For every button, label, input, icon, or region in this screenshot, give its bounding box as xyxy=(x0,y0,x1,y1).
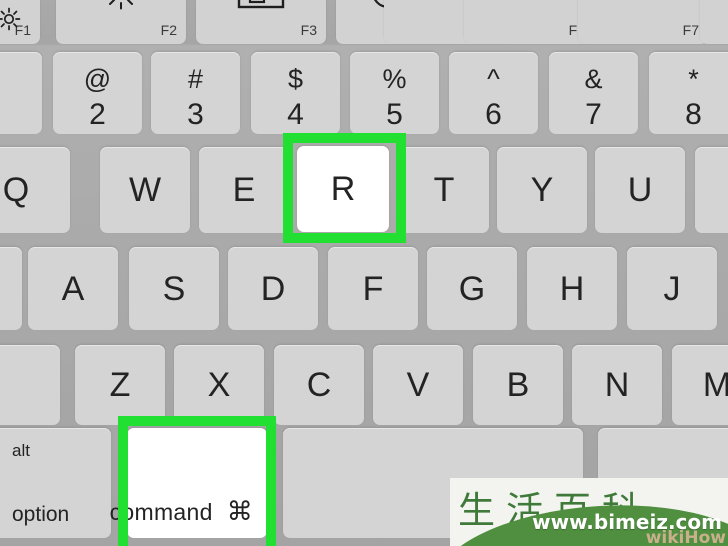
key-5-top: % xyxy=(382,64,407,94)
key-shift-left[interactable] xyxy=(0,345,60,425)
key-q-label: Q xyxy=(2,171,30,209)
key-y-label: Y xyxy=(530,171,554,209)
watermark-ghost-text: wikiHow xyxy=(645,528,726,546)
key-6-top: ^ xyxy=(487,64,500,94)
key-8-top: * xyxy=(688,64,699,94)
key-s-label: S xyxy=(162,269,186,308)
key-s[interactable]: S xyxy=(129,247,219,330)
key-3-top: # xyxy=(187,64,204,94)
key-f2[interactable]: F2 xyxy=(56,0,186,44)
key-command-text: command xyxy=(109,499,213,525)
key-caps-lock[interactable] xyxy=(0,247,22,330)
key-f8[interactable] xyxy=(700,0,728,44)
key-c-label: C xyxy=(306,366,332,404)
key-m-label: M xyxy=(702,366,728,404)
play-pause-icon xyxy=(704,0,728,3)
key-m[interactable]: M xyxy=(672,345,728,425)
key-e-label: E xyxy=(232,171,256,209)
key-3[interactable]: # 3 xyxy=(151,52,240,134)
key-7-top: & xyxy=(584,64,603,94)
key-v[interactable]: V xyxy=(373,345,463,425)
key-n[interactable]: N xyxy=(572,345,662,425)
key-2-bottom: 2 xyxy=(89,98,106,131)
key-j[interactable]: J xyxy=(627,247,717,330)
brightness-up-icon xyxy=(104,0,138,14)
key-d-label: D xyxy=(260,269,286,308)
key-u-label: U xyxy=(627,171,653,209)
key-b[interactable]: B xyxy=(473,345,563,425)
key-2-top: @ xyxy=(83,64,112,94)
keyboard-screenshot: F1 F2 F3 F6 F7 @ 2 # 3 $ 4 % 5 ^ 6 & 7 *… xyxy=(0,0,728,546)
key-t-label: T xyxy=(433,171,455,209)
key-x[interactable]: X xyxy=(174,345,264,425)
key-7[interactable]: & 7 xyxy=(549,52,638,134)
key-z[interactable]: Z xyxy=(75,345,165,425)
key-f-label: F xyxy=(362,269,384,308)
key-2[interactable]: @ 2 xyxy=(53,52,142,134)
key-f3-label: F3 xyxy=(300,22,317,38)
key-x-label: X xyxy=(207,366,231,404)
key-1[interactable] xyxy=(0,52,42,134)
key-option-label: option xyxy=(12,503,70,526)
key-t[interactable]: T xyxy=(399,147,489,233)
key-r-label: R xyxy=(330,170,356,208)
key-7-bottom: 7 xyxy=(585,98,602,131)
key-f6[interactable]: F6 xyxy=(464,0,594,44)
key-g[interactable]: G xyxy=(427,247,517,330)
key-8[interactable]: * 8 xyxy=(649,52,728,134)
key-a-label: A xyxy=(61,269,85,308)
rewind-icon xyxy=(621,0,665,3)
watermark: 生活百科 www.bimeiz.com wikiHow xyxy=(450,478,728,546)
key-option[interactable]: alt option xyxy=(0,428,111,538)
key-j-label: J xyxy=(663,269,681,308)
key-f7-label: F7 xyxy=(682,22,699,38)
key-option-alt-label: alt xyxy=(12,441,30,460)
key-r[interactable]: R xyxy=(297,146,389,232)
key-v-label: V xyxy=(406,366,430,404)
key-f[interactable]: F xyxy=(328,247,418,330)
key-command-label: command ⌘ xyxy=(110,498,253,524)
key-3-bottom: 3 xyxy=(187,98,204,131)
key-command[interactable]: command ⌘ xyxy=(110,428,267,538)
key-d[interactable]: D xyxy=(228,247,318,330)
key-w[interactable]: W xyxy=(100,147,190,233)
key-6[interactable]: ^ 6 xyxy=(449,52,538,134)
key-4[interactable]: $ 4 xyxy=(251,52,340,134)
key-u[interactable]: U xyxy=(595,147,685,233)
key-e[interactable]: E xyxy=(199,147,289,233)
mission-control-icon xyxy=(237,0,285,13)
key-y[interactable]: Y xyxy=(497,147,587,233)
key-4-top: $ xyxy=(287,64,304,94)
command-symbol-icon: ⌘ xyxy=(226,496,253,526)
key-h-label: H xyxy=(559,269,585,308)
brightness-down-icon xyxy=(0,6,22,32)
key-b-label: B xyxy=(506,366,530,404)
key-n-label: N xyxy=(604,366,630,404)
key-w-label: W xyxy=(128,171,162,209)
key-a[interactable]: A xyxy=(28,247,118,330)
key-4-bottom: 4 xyxy=(287,98,304,131)
key-8-bottom: 8 xyxy=(685,98,702,131)
key-f7[interactable]: F7 xyxy=(578,0,708,44)
key-z-label: Z xyxy=(109,366,131,404)
key-6-bottom: 6 xyxy=(485,98,502,131)
key-i[interactable] xyxy=(695,147,728,233)
key-q[interactable]: Q xyxy=(0,147,70,233)
key-5-bottom: 5 xyxy=(386,98,403,131)
key-5[interactable]: % 5 xyxy=(350,52,439,134)
key-c[interactable]: C xyxy=(274,345,364,425)
key-f3[interactable]: F3 xyxy=(196,0,326,44)
key-f2-label: F2 xyxy=(160,22,177,38)
key-h[interactable]: H xyxy=(527,247,617,330)
key-g-label: G xyxy=(458,269,486,308)
